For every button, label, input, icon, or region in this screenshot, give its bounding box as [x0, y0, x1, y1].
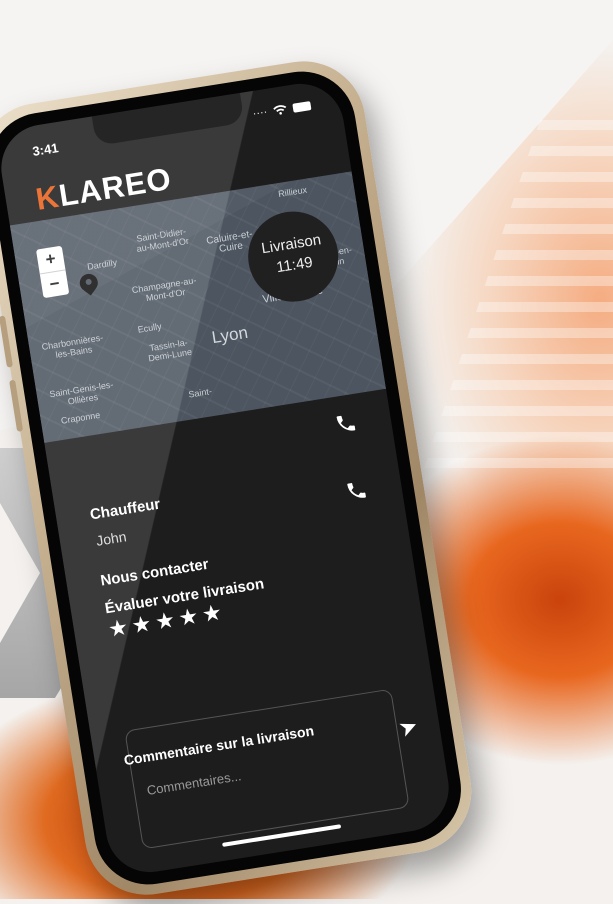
map-label: Champagne-au-Mont-d'Or: [129, 275, 201, 306]
map-label: Craponne: [60, 410, 101, 426]
call-driver-icon[interactable]: [344, 478, 369, 503]
map-label: Charbonnières-les-Bains: [35, 331, 112, 362]
phone-icon[interactable]: [333, 411, 358, 436]
signal-icon: ····: [252, 106, 268, 120]
comment-box: Commentaire sur la livraison: [124, 689, 409, 850]
wifi-icon: [272, 104, 287, 116]
map-label: Tassin-la-Demi-Lune: [138, 336, 200, 365]
map-label: Saint-Didier-au-Mont-d'Or: [131, 225, 193, 254]
map-pin-icon[interactable]: [79, 273, 101, 301]
status-icons: ····: [252, 99, 312, 120]
battery-icon: [292, 101, 311, 113]
driver-title: Chauffeur: [89, 496, 162, 524]
star-icon[interactable]: ★: [106, 614, 130, 643]
map-zoom-control: + −: [36, 246, 69, 298]
map-label: Ecully: [137, 321, 162, 335]
star-icon[interactable]: ★: [177, 603, 201, 632]
zoom-out-button[interactable]: −: [40, 269, 70, 298]
star-icon[interactable]: ★: [153, 607, 177, 636]
map-label: Rillieux: [277, 185, 307, 199]
driver-name: John: [95, 528, 127, 549]
map-label: Dardilly: [87, 257, 118, 272]
contact-link[interactable]: Nous contacter: [99, 556, 210, 590]
map-label: Lyon: [211, 328, 248, 344]
delivery-time-badge: Livraison 11:49: [242, 205, 345, 308]
status-time: 3:41: [31, 140, 59, 159]
map-label: Saint-Genis-les-Ollières: [46, 379, 118, 410]
map-label: Saint-: [188, 386, 213, 400]
star-icon[interactable]: ★: [130, 610, 154, 639]
star-icon[interactable]: ★: [200, 599, 224, 628]
